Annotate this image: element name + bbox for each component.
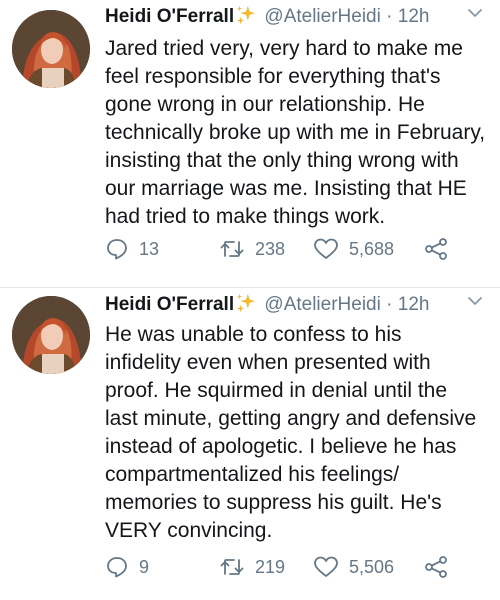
- separator-dot: ·: [386, 6, 393, 27]
- sparkles-icon: [236, 5, 256, 25]
- tweet-header: Heidi O'Ferrall @AtelierHeidi · 12h: [105, 2, 490, 32]
- tweet-actions: 9 219 5,506: [105, 550, 490, 584]
- retweet-count: 238: [255, 238, 286, 259]
- reply-button[interactable]: 9: [105, 550, 219, 584]
- heart-outline-icon: [314, 556, 338, 577]
- tweet-text: He was unable to confess to his infideli…: [105, 323, 477, 542]
- tweet[interactable]: Heidi O'Ferrall @AtelierHeidi · 12h He w…: [0, 288, 500, 600]
- speech-bubble-icon: [107, 557, 127, 578]
- like-count: 5,688: [349, 238, 395, 259]
- tweet-actions: 13 238 5,688: [105, 232, 490, 266]
- share-button[interactable]: [423, 550, 463, 584]
- tweet-header: Heidi O'Ferrall @AtelierHeidi · 12h: [105, 290, 490, 320]
- user-handle[interactable]: @AtelierHeidi: [264, 6, 380, 27]
- avatar[interactable]: [12, 296, 90, 374]
- chevron-down-icon[interactable]: [460, 290, 490, 320]
- share-nodes-icon: [425, 556, 447, 578]
- retweet-button[interactable]: 238: [219, 232, 313, 266]
- timestamp[interactable]: 12h: [398, 294, 430, 315]
- tweet[interactable]: Heidi O'Ferrall @AtelierHeidi · 12h Jare…: [0, 0, 500, 288]
- retweet-count: 219: [255, 556, 286, 577]
- timestamp[interactable]: 12h: [398, 6, 430, 27]
- share-button[interactable]: [423, 232, 463, 266]
- like-count: 5,506: [349, 556, 395, 577]
- avatar[interactable]: [12, 10, 90, 88]
- display-name[interactable]: Heidi O'Ferrall: [105, 294, 234, 315]
- like-button[interactable]: 5,688: [313, 232, 423, 266]
- speech-bubble-icon: [107, 239, 127, 260]
- chevron-down-icon[interactable]: [460, 2, 490, 32]
- separator-dot: ·: [386, 294, 393, 315]
- reply-button[interactable]: 13: [105, 232, 219, 266]
- retweet-button[interactable]: 219: [219, 550, 313, 584]
- like-button[interactable]: 5,506: [313, 550, 423, 584]
- reply-count: 13: [139, 238, 160, 259]
- tweet-text: Jared tried very, very hard to make me f…: [105, 37, 486, 228]
- heart-outline-icon: [314, 238, 338, 259]
- user-handle[interactable]: @AtelierHeidi: [264, 294, 380, 315]
- display-name[interactable]: Heidi O'Ferrall: [105, 6, 234, 27]
- retweet-arrows-icon: [220, 241, 244, 257]
- reply-count: 9: [139, 556, 150, 577]
- share-nodes-icon: [425, 238, 447, 260]
- sparkles-icon: [236, 293, 256, 313]
- retweet-arrows-icon: [220, 559, 244, 575]
